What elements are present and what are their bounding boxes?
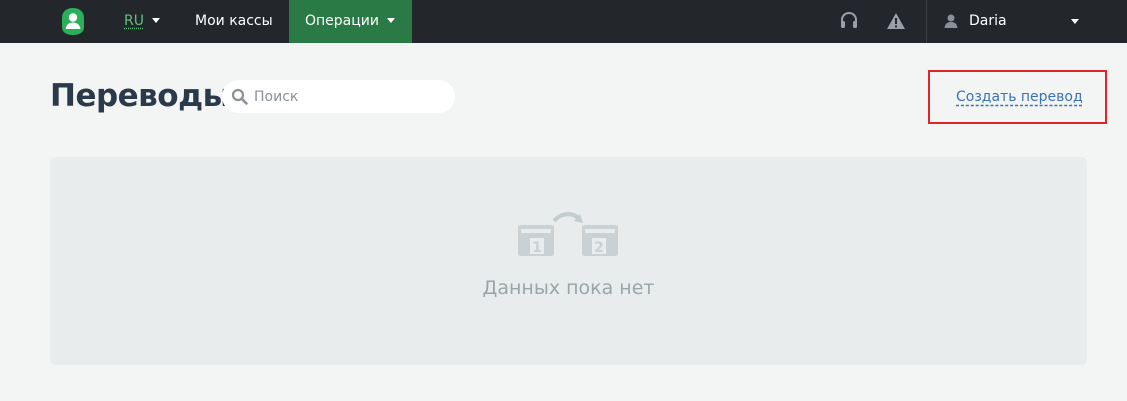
page-title: Переводы (50, 78, 231, 114)
nav-my-cashboxes[interactable]: Мои кассы (195, 0, 273, 43)
language-code: RU (124, 13, 144, 29)
chevron-down-icon (151, 17, 160, 23)
create-transfer-link[interactable]: Создать перевод (956, 89, 1083, 105)
svg-text:1: 1 (532, 240, 542, 256)
search-input[interactable] (252, 86, 446, 108)
top-navbar: RU Мои кассы Операции Daria (0, 0, 1127, 43)
divider (926, 0, 927, 43)
user-icon (944, 14, 958, 28)
chevron-down-icon (386, 17, 395, 23)
chevron-down-icon (1071, 19, 1079, 24)
warning-icon[interactable] (885, 10, 907, 32)
logo-icon[interactable] (61, 7, 85, 36)
nav-operations[interactable]: Операции (289, 0, 412, 43)
search-icon (231, 88, 248, 105)
empty-state-panel: 1 2 Данных пока нет (50, 157, 1087, 365)
user-menu[interactable]: Daria (943, 0, 1088, 43)
headset-icon[interactable] (838, 10, 860, 32)
svg-text:2: 2 (594, 240, 604, 256)
language-selector[interactable]: RU (124, 0, 160, 43)
search-box[interactable] (222, 80, 455, 113)
empty-state-text: Данных пока нет (482, 277, 655, 299)
user-name: Daria (969, 13, 1007, 29)
transfer-icon: 1 2 (518, 212, 618, 256)
nav-operations-label: Операции (305, 13, 379, 29)
